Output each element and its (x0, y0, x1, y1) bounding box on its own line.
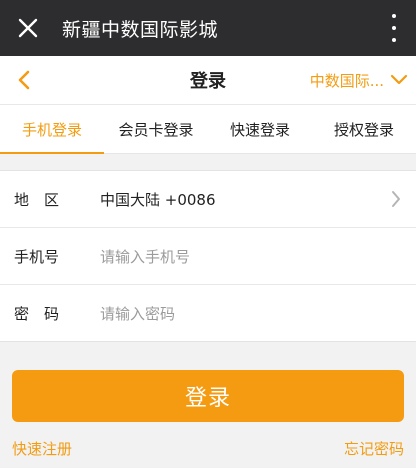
chevron-left-icon[interactable] (12, 68, 36, 92)
phone-input[interactable]: 请输入手机号 (100, 246, 190, 267)
login-form: 地 区 中国大陆 +0086 手机号 请输入手机号 密 码 请输入密码 (0, 170, 416, 342)
password-input[interactable]: 请输入密码 (100, 303, 175, 324)
tab-quick-login[interactable]: 快速登录 (208, 105, 312, 153)
password-label: 密 码 (14, 304, 60, 323)
forgot-password-link[interactable]: 忘记密码 (344, 438, 404, 459)
bottom-links: 快速注册 忘记密码 (0, 438, 416, 459)
quick-register-link[interactable]: 快速注册 (12, 438, 72, 459)
region-row[interactable]: 地 区 中国大陆 +0086 (0, 171, 416, 228)
close-icon[interactable] (0, 0, 56, 56)
region-value: 中国大陆 +0086 (100, 190, 216, 209)
cinema-name: 中数国际... (309, 71, 384, 90)
page-header: 登录 中数国际... (0, 56, 416, 105)
app-title: 新疆中数国际影城 (62, 18, 219, 41)
page-title: 登录 (190, 71, 226, 92)
region-label: 地 区 (14, 190, 60, 209)
tab-authorized-login[interactable]: 授权登录 (312, 105, 416, 153)
chevron-right-icon (388, 189, 404, 209)
password-row: 密 码 请输入密码 (0, 285, 416, 341)
tab-phone-login[interactable]: 手机登录 (0, 105, 104, 154)
phone-label: 手机号 (14, 247, 60, 266)
more-vertical-icon[interactable] (386, 14, 402, 42)
app-top-bar: 新疆中数国际影城 (0, 0, 416, 56)
tab-member-card-login[interactable]: 会员卡登录 (104, 105, 208, 153)
login-button[interactable]: 登录 (12, 370, 404, 422)
cinema-selector[interactable]: 中数国际... (310, 56, 408, 104)
login-tabs: 手机登录 会员卡登录 快速登录 授权登录 (0, 105, 416, 154)
phone-row: 手机号 请输入手机号 (0, 228, 416, 285)
chevron-down-icon (390, 74, 408, 86)
